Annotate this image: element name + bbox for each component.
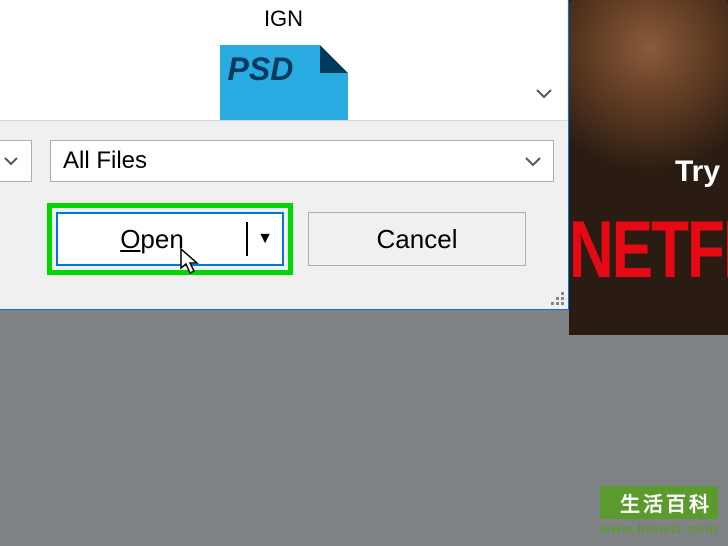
file-type-value: All Files xyxy=(63,147,147,175)
open-dropdown-arrow[interactable]: ▼ xyxy=(248,230,282,248)
psd-icon-label: PSD xyxy=(228,51,294,88)
chevron-down-icon xyxy=(525,151,541,172)
watermark-title: 生活百科 xyxy=(600,486,718,519)
ad-portrait-image xyxy=(569,0,728,180)
resize-grip[interactable] xyxy=(548,289,564,305)
scroll-down-button[interactable] xyxy=(531,80,557,108)
cursor-icon xyxy=(180,248,202,276)
open-button[interactable]: Open ▼ xyxy=(56,212,284,266)
file-name-label[interactable]: IGN xyxy=(264,6,303,32)
filter-dropdown[interactable] xyxy=(0,140,32,182)
psd-file-icon[interactable]: PSD xyxy=(220,45,348,120)
cancel-button-label: Cancel xyxy=(377,224,458,255)
open-button-label: Open xyxy=(58,224,246,255)
file-list-area: IGN PSD xyxy=(0,0,567,121)
ad-brand-logo: NETFLIX xyxy=(569,204,728,296)
watermark: 生活百科 www.bimeiz.com xyxy=(600,486,718,536)
cancel-button[interactable]: Cancel xyxy=(308,212,526,266)
advertisement-panel: Try NETFLIX xyxy=(569,0,728,335)
file-type-select[interactable]: All Files xyxy=(50,140,554,182)
ad-try-text: Try xyxy=(675,155,720,189)
file-open-dialog: IGN PSD All Files Open ▼ Cancel xyxy=(0,0,569,310)
watermark-url: www.bimeiz.com xyxy=(600,521,718,536)
